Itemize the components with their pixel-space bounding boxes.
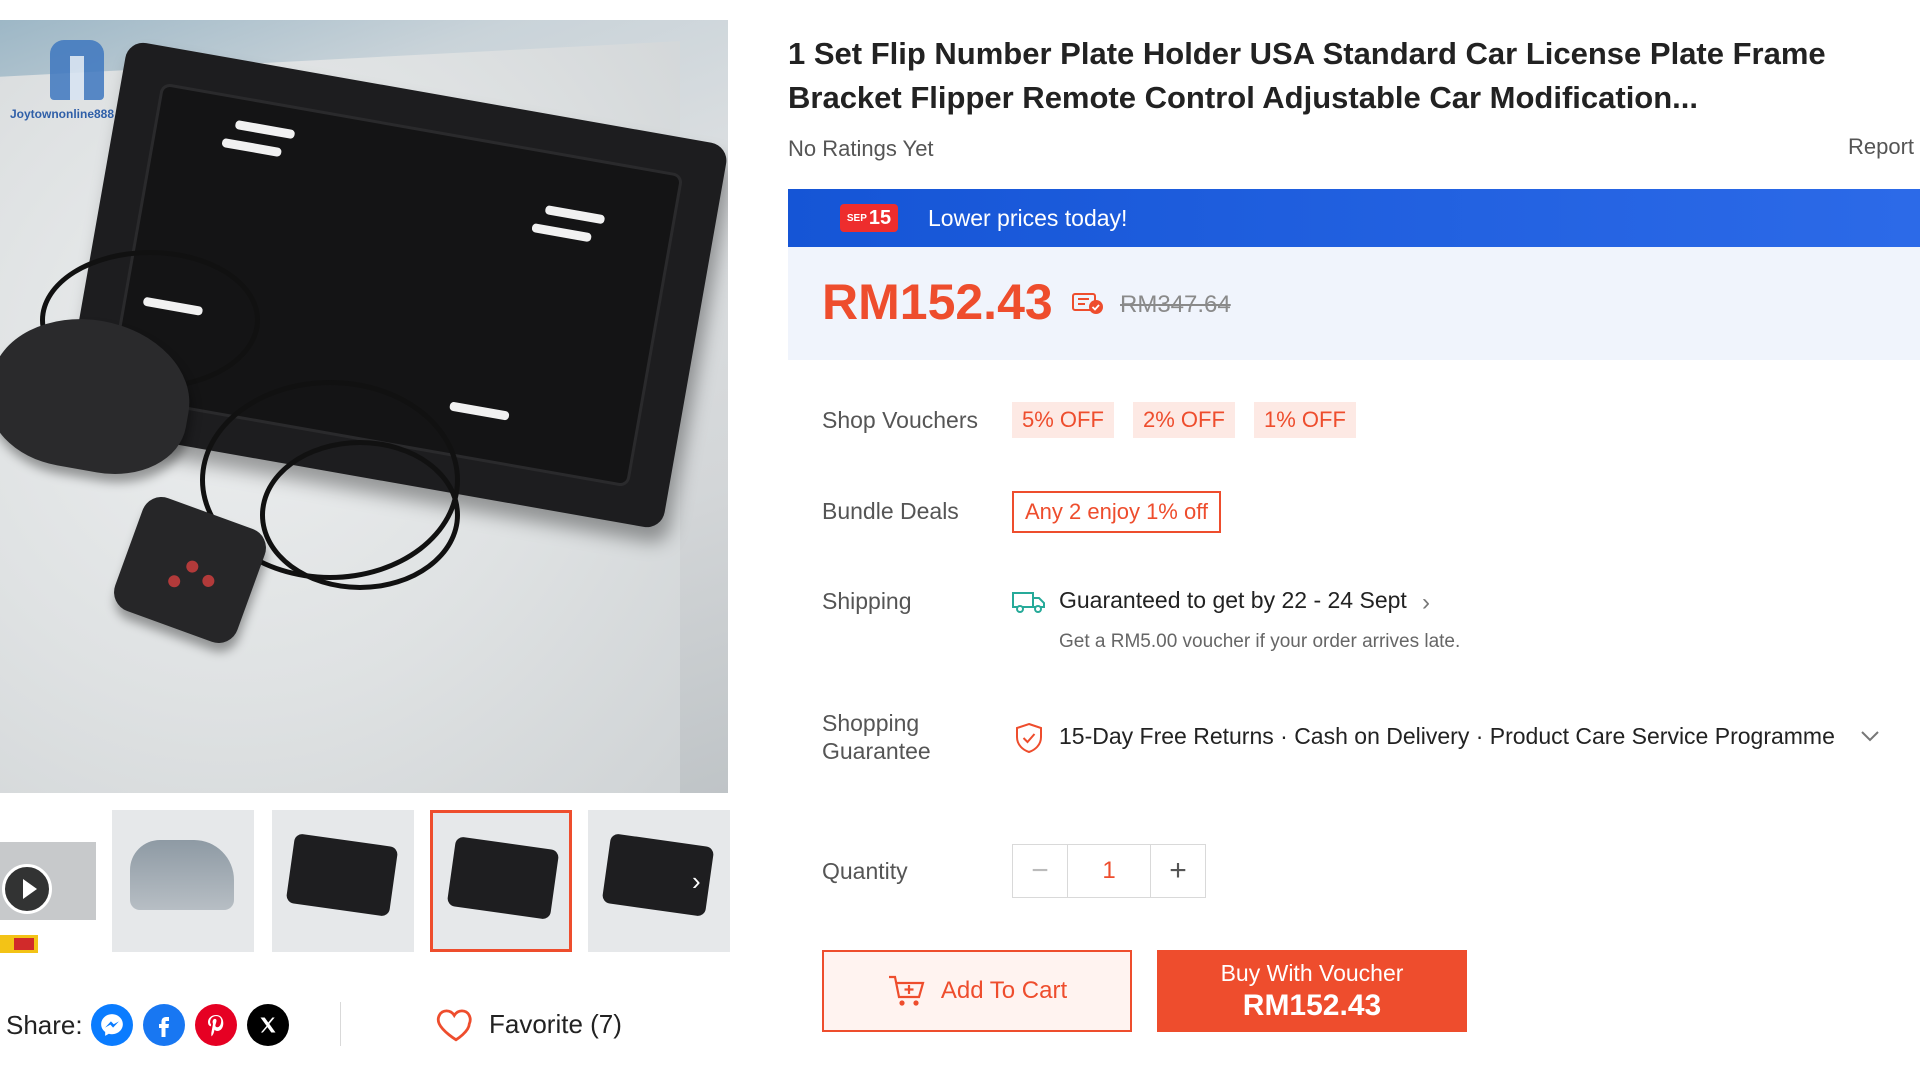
add-to-cart-button[interactable]: Add To Cart bbox=[822, 950, 1132, 1032]
cable-coil bbox=[260, 440, 460, 590]
quantity-input[interactable]: 1 bbox=[1067, 845, 1151, 897]
buy-with-voucher-button[interactable]: Buy With Voucher RM152.43 bbox=[1157, 950, 1467, 1032]
shopping-guarantee-label: Shopping Guarantee bbox=[822, 710, 931, 764]
promo-text: Lower prices today! bbox=[928, 204, 1128, 231]
price-panel: RM152.43 RM347.64 bbox=[788, 247, 1920, 360]
share-label: Share: bbox=[6, 1009, 83, 1040]
shipping-guarantee[interactable]: Guaranteed to get by 22 - 24 Sept bbox=[1059, 587, 1407, 614]
guarantee-text: 15-Day Free Returns · Cash on Delivery ·… bbox=[1059, 723, 1835, 749]
thumbnail-image[interactable] bbox=[112, 810, 254, 952]
favorite-count: Favorite (7) bbox=[489, 1008, 622, 1039]
product-title: 1 Set Flip Number Plate Holder USA Stand… bbox=[788, 36, 1826, 115]
thumbnail-image[interactable] bbox=[272, 810, 414, 952]
promo-flag-badge bbox=[0, 935, 38, 953]
add-to-cart-label: Add To Cart bbox=[940, 977, 1068, 1004]
voucher-price-icon[interactable] bbox=[1071, 289, 1105, 317]
favorite-button[interactable]: Favorite (7) bbox=[435, 1002, 622, 1046]
truck-icon bbox=[1012, 592, 1045, 613]
original-price: RM347.64 bbox=[1120, 291, 1231, 318]
voucher-chip[interactable]: 5% OFF bbox=[1012, 402, 1114, 438]
shield-icon bbox=[1016, 722, 1042, 754]
increase-quantity-button[interactable]: + bbox=[1151, 845, 1205, 897]
bundle-deal-chip[interactable]: Any 2 enjoy 1% off bbox=[1012, 491, 1222, 533]
bundle-deals-label: Bundle Deals bbox=[822, 498, 959, 524]
brand-mark-icon bbox=[50, 40, 104, 100]
messenger-icon[interactable] bbox=[90, 1004, 133, 1046]
shipping-label: Shipping bbox=[822, 588, 912, 614]
voucher-chip[interactable]: 1% OFF bbox=[1254, 402, 1356, 438]
x-icon[interactable] bbox=[246, 1004, 289, 1046]
thumbnail-strip bbox=[0, 810, 730, 952]
share-divider bbox=[340, 1002, 341, 1046]
pinterest-icon[interactable] bbox=[194, 1004, 237, 1046]
heart-icon bbox=[436, 1009, 472, 1042]
brand-watermark: Joytownonline888 bbox=[10, 107, 115, 121]
facebook-icon[interactable] bbox=[142, 1004, 185, 1046]
chevron-down-icon[interactable] bbox=[1858, 724, 1882, 748]
quantity-stepper: − 1 + bbox=[1012, 844, 1206, 898]
next-thumbnail-icon[interactable]: › bbox=[692, 868, 714, 894]
sep15-badge: SEP 15 bbox=[840, 204, 898, 232]
play-icon bbox=[2, 864, 52, 914]
main-product-image[interactable]: Joytownonline888 bbox=[0, 20, 728, 793]
thumbnail-video[interactable] bbox=[0, 842, 96, 920]
buy-with-voucher-price: RM152.43 bbox=[1242, 988, 1382, 1022]
voucher-chip[interactable]: 2% OFF bbox=[1133, 402, 1235, 438]
ratings-status: No Ratings Yet bbox=[788, 136, 934, 161]
shop-vouchers-label: Shop Vouchers bbox=[822, 407, 979, 433]
buy-with-voucher-label: Buy With Voucher bbox=[1220, 959, 1404, 986]
promo-banner: SEP 15 Lower prices today! bbox=[788, 189, 1920, 247]
share-row: Share: bbox=[6, 1000, 299, 1050]
chevron-right-icon[interactable]: › bbox=[1422, 589, 1430, 617]
cart-icon bbox=[888, 975, 925, 1006]
decrease-quantity-button[interactable]: − bbox=[1013, 845, 1067, 897]
thumbnail-image-selected[interactable] bbox=[430, 810, 572, 952]
shipping-note: Get a RM5.00 voucher if your order arriv… bbox=[1059, 631, 1461, 652]
quantity-label: Quantity bbox=[822, 858, 908, 884]
brand-logo: Joytownonline888 bbox=[8, 28, 148, 128]
report-link[interactable]: Report bbox=[1848, 134, 1914, 160]
current-price: RM152.43 bbox=[822, 274, 1053, 330]
